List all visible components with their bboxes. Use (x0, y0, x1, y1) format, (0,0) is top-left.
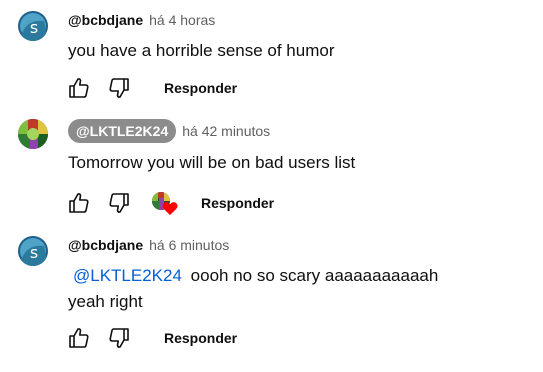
comment-text: Tomorrow you will be on bad users list (68, 153, 356, 172)
timestamp[interactable]: há 4 horas (149, 12, 215, 28)
creator-heart-badge (151, 189, 179, 217)
comment-actions: Responder (62, 71, 237, 105)
thumbs-down-icon (109, 78, 129, 98)
thumbs-down-icon (109, 193, 129, 213)
avatar[interactable] (18, 119, 48, 149)
comment-text-line: oooh no so scary aaaaaaaaaaah (190, 266, 439, 285)
comment-thread-item: s @bcbdjane há 6 minutos @LKTLE2K24 oooh… (0, 225, 543, 372)
reply-button[interactable]: Responder (164, 330, 237, 346)
avatar[interactable]: s (18, 11, 48, 41)
dislike-button[interactable] (102, 321, 136, 355)
svg-text:s: s (30, 243, 38, 262)
reply-button[interactable]: Responder (201, 195, 274, 211)
author-name[interactable]: @bcbdjane (68, 12, 143, 28)
comment-text-line: yeah right (68, 292, 143, 311)
timestamp[interactable]: há 6 minutos (149, 237, 229, 253)
comment-thread-item: @LKTLE2K24 há 42 minutos Tomorrow you wi… (0, 110, 543, 225)
avatar[interactable]: s (18, 236, 48, 266)
comment-header: @LKTLE2K24 há 42 minutos (68, 119, 270, 143)
heart-icon (162, 202, 178, 215)
creator-author-chip[interactable]: @LKTLE2K24 (68, 119, 177, 143)
author-name[interactable]: @bcbdjane (68, 237, 143, 253)
mention-link[interactable]: @LKTLE2K24 (73, 266, 182, 285)
comment-thread-item: s @bcbdjane há 4 horas you have a horrib… (0, 0, 543, 110)
dislike-button[interactable] (102, 186, 136, 220)
comment-text: you have a horrible sense of humor (68, 41, 335, 60)
like-button[interactable] (62, 71, 96, 105)
reply-button[interactable]: Responder (164, 80, 237, 96)
thumbs-up-icon (69, 193, 89, 213)
svg-text:s: s (30, 18, 38, 37)
comment-text: @LKTLE2K24 oooh no so scary aaaaaaaaaaah (68, 263, 438, 288)
like-button[interactable] (62, 321, 96, 355)
comment-actions: Responder (62, 321, 237, 355)
thumbs-up-icon (69, 78, 89, 98)
thumbs-up-icon (69, 328, 89, 348)
like-button[interactable] (62, 186, 96, 220)
comment-actions: Responder (62, 186, 274, 220)
thumbs-down-icon (109, 328, 129, 348)
comment-header: @bcbdjane há 4 horas (68, 12, 215, 28)
timestamp[interactable]: há 42 minutos (182, 123, 270, 139)
comment-header: @bcbdjane há 6 minutos (68, 237, 229, 253)
dislike-button[interactable] (102, 71, 136, 105)
